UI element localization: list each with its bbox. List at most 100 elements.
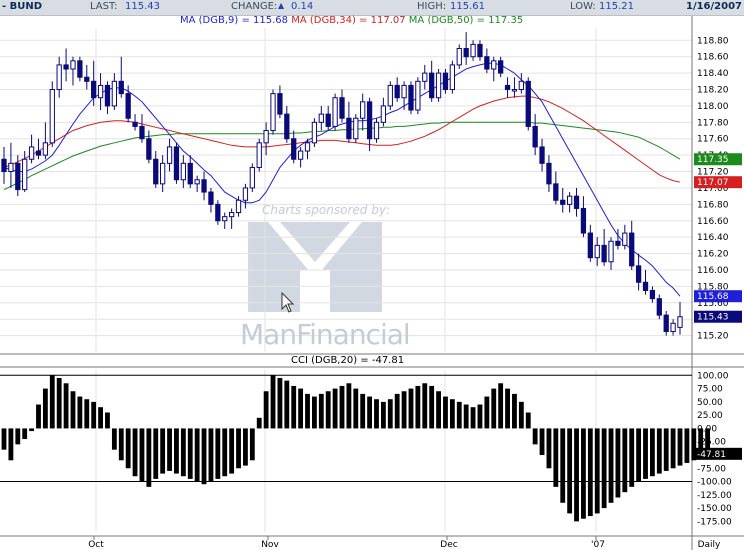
candle-body-down [215, 203, 221, 222]
candle-body-up [670, 322, 676, 332]
candle-body-up [228, 212, 235, 218]
candle-body-down [15, 162, 21, 191]
candle-body-up [449, 64, 456, 91]
cci-bar [325, 391, 331, 429]
candle-body-up [111, 80, 118, 107]
cci-bar [670, 428, 676, 469]
cci-bar [56, 377, 62, 429]
cci-bar [629, 428, 635, 487]
cci-bar [284, 380, 290, 429]
cci-bar [539, 428, 545, 455]
candle-body-down [208, 191, 214, 205]
cci-bar [594, 428, 600, 514]
cci-bar [194, 428, 200, 482]
price-tag-label: 115.43 [697, 313, 729, 323]
date-tick-label: Daily [698, 540, 721, 550]
cci-bar [222, 428, 228, 477]
cci-bar [229, 428, 235, 474]
price-tick-label: 117.80 [697, 118, 729, 128]
cci-bar [346, 383, 352, 429]
cci-bar [560, 428, 566, 503]
cci-bar [601, 428, 607, 509]
cci-bar [498, 383, 504, 429]
candle-body-down [201, 179, 207, 193]
candle-body-down [546, 162, 552, 185]
ma50-legend: MA (DGB,50) = 117.35 [408, 15, 524, 26]
candle-body-down [139, 125, 145, 140]
candle-body-up [511, 89, 518, 92]
cci-bar [236, 428, 241, 469]
high-value: 115.61 [450, 1, 485, 12]
cci-bar [277, 377, 283, 429]
cci-bar [401, 391, 407, 429]
cci-bar [63, 383, 69, 429]
candle-body-up [415, 80, 421, 111]
candle-body-up [373, 121, 380, 140]
cci-bar [518, 401, 524, 429]
candle-body-down [173, 146, 180, 181]
candle-body-up [249, 166, 255, 189]
candle-body-down [477, 43, 483, 58]
candle-body-up [622, 232, 628, 246]
cci-bar [291, 385, 297, 429]
candle-body-down [153, 158, 159, 185]
cci-bar [305, 393, 310, 429]
candle-body-down [463, 48, 469, 58]
candle-body-down [63, 64, 69, 70]
candle-body-down [504, 84, 511, 91]
cci-bar [201, 428, 207, 485]
cci-tick-label: -75.00 [697, 464, 726, 474]
price-tag-label: 117.35 [697, 155, 729, 165]
candle-body-down [35, 150, 42, 156]
candle-body-down [125, 93, 131, 119]
date-tick-label: Nov [261, 540, 279, 550]
quote-date: 1/16/2007 [685, 1, 742, 12]
cci-tick-label: 50.00 [697, 398, 723, 408]
cci-bar [311, 396, 317, 429]
candle-body-up [360, 101, 366, 119]
price-tick-label: 117.60 [697, 135, 729, 145]
cci-bar [70, 391, 76, 429]
cci-bar [429, 385, 435, 429]
price-tick-label: 118.60 [697, 53, 729, 63]
cci-tick-label: 25.00 [697, 411, 723, 421]
cci-bar [608, 428, 614, 503]
cci-bar [15, 428, 21, 445]
candle-body-down [580, 207, 587, 234]
candle-body-up [353, 117, 359, 140]
cci-bar [332, 388, 338, 429]
candle-body-up [166, 146, 173, 164]
candle-body-down [187, 162, 193, 185]
candle-body-down [587, 232, 593, 259]
date-tick-label: Oct [88, 540, 104, 550]
last-value: 115.43 [125, 1, 160, 12]
candle-body-up [180, 162, 186, 181]
candle-body-up [270, 93, 276, 132]
candle-body-down [91, 80, 97, 99]
candle-body-down [346, 117, 352, 140]
candle-body-up [304, 142, 311, 152]
cci-bar [415, 385, 421, 429]
candle-body-down [104, 84, 111, 107]
cci-bar [36, 404, 41, 429]
last-label: LAST: [90, 1, 118, 12]
candle-body-down [366, 101, 373, 140]
chart-canvas: 118.80 118.60 118.40 118.20 118.00 117.80 117.… [0, 16, 744, 550]
cci-bar [532, 428, 538, 445]
cci-bar [394, 393, 400, 429]
candle-body-down [539, 146, 545, 164]
cci-bar [477, 404, 483, 429]
cci-bar [180, 428, 186, 477]
candle-body-up [435, 72, 442, 99]
candle-body-down [429, 72, 435, 99]
cci-bar [663, 428, 669, 471]
candle-body-down [339, 97, 345, 119]
cci-bar [160, 428, 166, 474]
date-tick-label: Dec [440, 540, 457, 550]
cci-bar [153, 428, 159, 479]
candle-body-down [291, 138, 297, 160]
candle-body-up [242, 187, 249, 201]
cci-bar [132, 428, 138, 477]
cci-bar [367, 396, 373, 429]
cci-bar [77, 396, 83, 429]
